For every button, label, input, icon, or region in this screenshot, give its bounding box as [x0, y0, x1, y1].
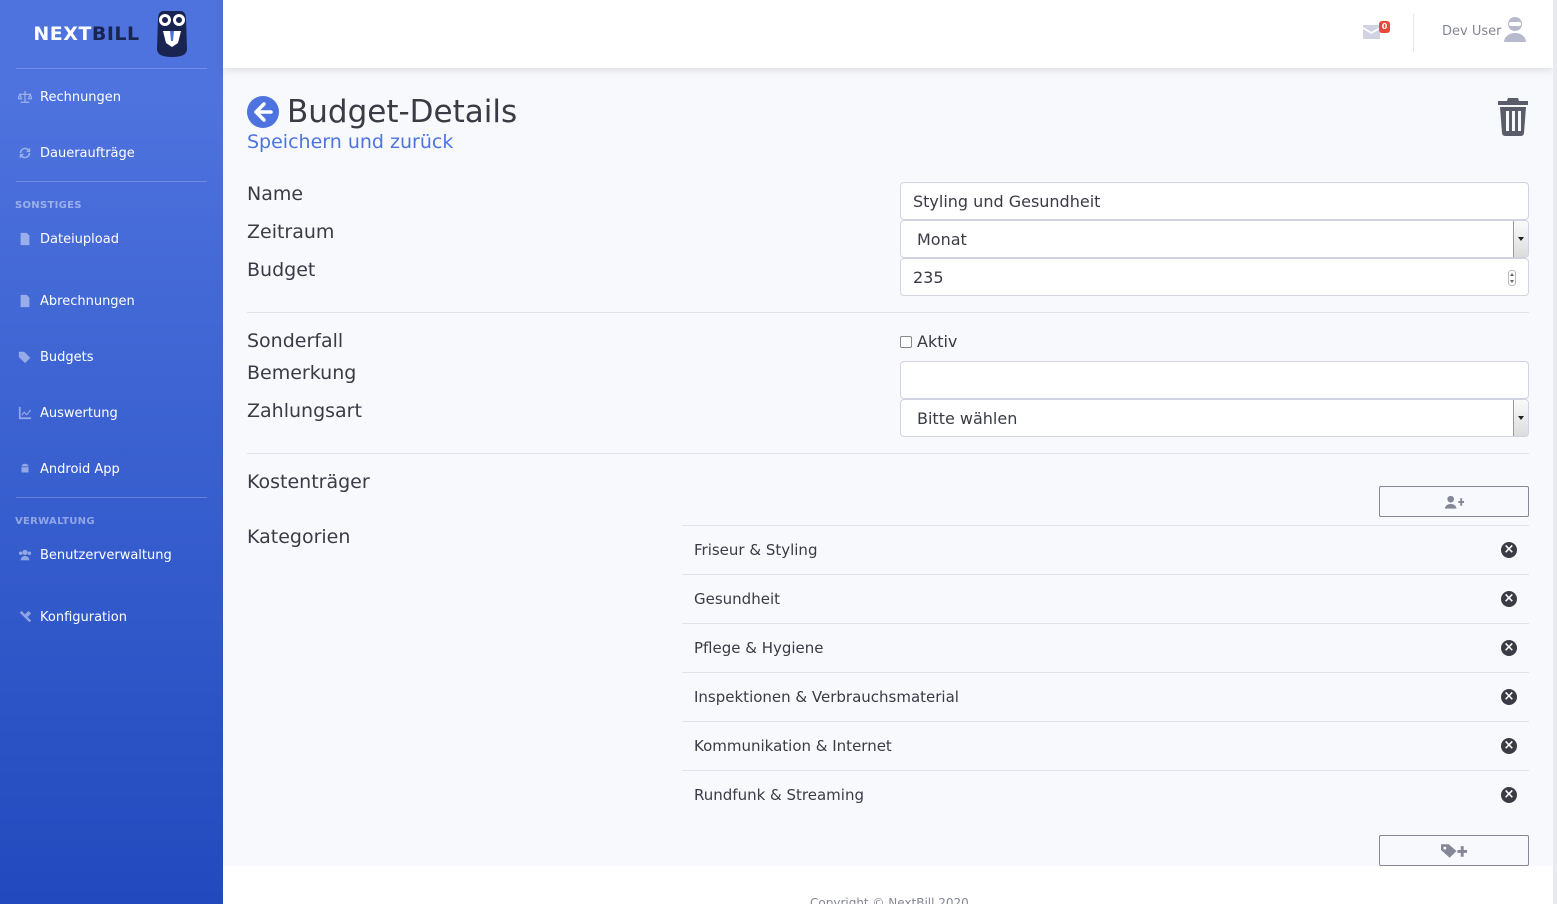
remove-circle-icon[interactable]	[1501, 787, 1517, 803]
brand-bill: BILL	[91, 23, 140, 45]
sidebar-item-label: Rechnungen	[40, 89, 122, 105]
list-item: Gesundheit	[682, 574, 1529, 623]
sidebar-item-label: Budgets	[40, 349, 94, 365]
topbar: 0 Dev User	[223, 0, 1553, 68]
users-icon	[16, 548, 34, 562]
category-name: Kommunikation & Internet	[694, 737, 892, 755]
android-icon	[16, 462, 34, 476]
special-case-checkbox-label: Aktiv	[917, 332, 958, 351]
special-case-label: Sonderfall	[247, 330, 344, 352]
arrow-left-circle-icon[interactable]	[247, 96, 279, 128]
remark-label: Bemerkung	[247, 362, 357, 384]
section-divider	[247, 453, 1529, 454]
sync-icon	[16, 146, 34, 160]
remove-circle-icon[interactable]	[1501, 542, 1517, 558]
list-item: Inspektionen & Verbrauchsmaterial	[682, 672, 1529, 721]
list-item: Pflege & Hygiene	[682, 623, 1529, 672]
sidebar-item-label: Auswertung	[40, 405, 118, 421]
sidebar-item-dateiupload[interactable]: Dateiupload	[0, 217, 223, 261]
owl-logo-icon	[156, 11, 187, 57]
remark-input[interactable]	[900, 361, 1529, 399]
sidebar-heading-sonstiges: SONSTIGES	[15, 200, 82, 211]
period-selected-value: Monat	[917, 229, 967, 249]
category-list: Friseur & Styling Gesundheit Pflege & Hy…	[682, 525, 1529, 819]
number-spinner-icon[interactable]	[1508, 270, 1516, 286]
period-select[interactable]: Monat	[900, 220, 1529, 258]
remove-circle-icon[interactable]	[1501, 591, 1517, 607]
payment-method-select[interactable]: Bitte wählen	[900, 399, 1529, 437]
chart-line-icon	[16, 406, 34, 420]
copyright-text: Copyright © NextBill 2020	[810, 896, 969, 904]
categories-label: Kategorien	[247, 526, 351, 548]
tag-plus-icon	[1440, 843, 1467, 858]
scale-icon	[16, 90, 34, 104]
category-name: Gesundheit	[694, 590, 780, 608]
category-name: Friseur & Styling	[694, 541, 818, 559]
file-icon	[16, 232, 34, 246]
brand-next: NEXT	[33, 23, 92, 45]
payment-method-label: Zahlungsart	[247, 400, 362, 422]
trash-icon[interactable]	[1497, 98, 1529, 136]
budget-label: Budget	[247, 259, 316, 281]
page-title: Budget-Details	[287, 94, 518, 130]
add-category-button[interactable]	[1379, 835, 1529, 866]
period-label: Zeitraum	[247, 221, 335, 243]
user-name[interactable]: Dev User	[1442, 24, 1501, 39]
list-item: Kommunikation & Internet	[682, 721, 1529, 770]
chevron-down-icon	[1513, 221, 1528, 257]
sidebar-item-label: Daueraufträge	[40, 145, 135, 161]
footer: Copyright © NextBill 2020	[223, 866, 1553, 904]
sidebar-item-auswertung[interactable]: Auswertung	[0, 385, 223, 441]
special-case-checkbox[interactable]	[900, 335, 912, 348]
sidebar-item-label: Android App	[40, 461, 120, 477]
cost-bearer-label: Kostenträger	[247, 471, 370, 493]
chevron-down-icon	[1513, 400, 1528, 436]
sidebar-item-abrechnungen[interactable]: Abrechnungen	[0, 273, 223, 329]
sidebar-item-dauerauftraege[interactable]: Daueraufträge	[0, 125, 223, 181]
title-row: Budget-Details	[247, 94, 517, 130]
sidebar-item-label: Abrechnungen	[40, 293, 135, 309]
sidebar-item-android-app[interactable]: Android App	[0, 441, 223, 497]
budget-input[interactable]: 235	[900, 258, 1529, 296]
list-item: Friseur & Styling	[682, 525, 1529, 574]
brand-logo[interactable]: NEXTBILL	[0, 0, 223, 68]
user-plus-icon	[1444, 495, 1464, 509]
special-case-checkbox-row[interactable]: Aktiv	[900, 332, 957, 351]
sidebar-item-label: Konfiguration	[40, 609, 127, 625]
remove-circle-icon[interactable]	[1501, 640, 1517, 656]
sidebar-item-konfiguration[interactable]: Konfiguration	[0, 589, 223, 645]
scrollbar[interactable]	[1553, 0, 1557, 904]
category-name: Rundfunk & Streaming	[694, 786, 864, 804]
category-name: Inspektionen & Verbrauchsmaterial	[694, 688, 959, 706]
save-and-back-link[interactable]: Speichern und zurück	[247, 131, 453, 153]
add-cost-bearer-button[interactable]	[1379, 486, 1529, 517]
sidebar-item-label: Dateiupload	[40, 231, 119, 247]
tags-icon	[16, 350, 34, 364]
file-icon	[16, 294, 34, 308]
sidebar-item-label: Benutzerverwaltung	[40, 547, 172, 563]
payment-method-selected-value: Bitte wählen	[917, 408, 1018, 428]
budget-value: 235	[913, 267, 944, 287]
topbar-divider	[1413, 14, 1414, 52]
list-item: Rundfunk & Streaming	[682, 770, 1529, 819]
category-name: Pflege & Hygiene	[694, 639, 824, 657]
remove-circle-icon[interactable]	[1501, 689, 1517, 705]
sidebar-item-rechnungen[interactable]: Rechnungen	[0, 69, 223, 125]
mail-count-badge: 0	[1379, 21, 1390, 33]
name-input[interactable]: Styling und Gesundheit	[900, 182, 1529, 220]
remove-circle-icon[interactable]	[1501, 738, 1517, 754]
sidebar-item-benutzerverwaltung[interactable]: Benutzerverwaltung	[0, 533, 223, 577]
section-divider	[247, 312, 1529, 313]
tools-icon	[16, 610, 34, 624]
name-label: Name	[247, 183, 304, 205]
sidebar: NEXTBILL Rechnungen Daueraufträge SONSTI…	[0, 0, 223, 904]
brand-name: NEXTBILL	[33, 23, 139, 45]
sidebar-item-budgets[interactable]: Budgets	[0, 329, 223, 385]
sidebar-heading-verwaltung: VERWALTUNG	[15, 516, 95, 527]
user-avatar-icon[interactable]	[1503, 16, 1527, 42]
